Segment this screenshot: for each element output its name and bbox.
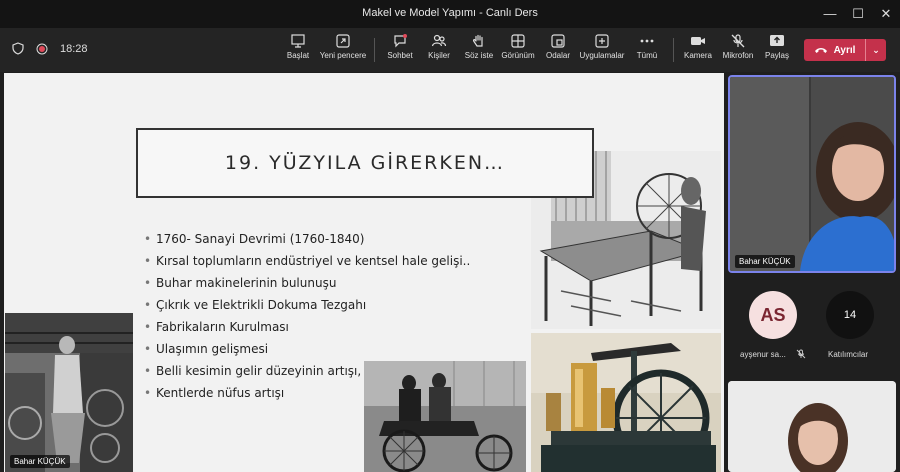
microphone-muted-icon <box>731 34 745 48</box>
presenter-video-tile[interactable]: Bahar KÜÇÜK <box>728 75 896 273</box>
present-icon <box>291 34 305 48</box>
rooms-button[interactable]: Odalar <box>533 34 583 60</box>
list-item: Kırsal toplumların endüstriyel ve kentse… <box>144 250 470 272</box>
recording-icon <box>36 43 48 54</box>
camera-icon <box>691 37 705 45</box>
more-icon <box>640 39 654 43</box>
chevron-down-icon[interactable]: ⌄ <box>866 45 886 56</box>
new-window-button[interactable]: Yeni pencere <box>318 34 368 60</box>
grid-view-icon <box>511 34 525 48</box>
new-window-icon <box>336 34 350 48</box>
close-icon[interactable]: ✕ <box>872 4 900 24</box>
shared-slide: 19. YÜZYILA GİRERKEN… 1760- Sanayi Devri… <box>4 73 724 472</box>
participant-count-label: Katılımcılar <box>828 350 869 359</box>
meeting-timer: 18:28 <box>60 42 88 55</box>
microphone-muted-icon <box>796 349 806 359</box>
steam-engine-photo <box>531 333 721 472</box>
minimize-icon[interactable]: — <box>816 4 844 24</box>
people-icon <box>431 34 447 47</box>
meeting-toolbar: 18:28 Başlat Yeni pencere Sohbet Kişiler… <box>0 28 900 72</box>
presenter-name-tag: Bahar KÜÇÜK <box>10 455 70 468</box>
list-item: 1760- Sanayi Devrimi (1760-1840) <box>144 228 470 250</box>
list-item: Ulaşımın gelişmesi <box>144 338 470 360</box>
chat-icon <box>394 34 407 48</box>
meeting-status: 18:28 <box>12 42 88 55</box>
participant-name: ayşenur sa... <box>740 350 786 359</box>
participant-count-button[interactable]: 14 <box>826 291 874 339</box>
shield-icon <box>12 42 24 55</box>
phone-hangup-icon <box>814 48 827 53</box>
participant-panel: Bahar KÜÇÜK AS ayşenur sa... 14 Katılımc… <box>724 73 900 472</box>
participant-video-tile[interactable] <box>728 381 896 472</box>
hand-icon <box>472 34 483 47</box>
slide-title: 19. YÜZYILA GİRERKEN… <box>224 152 506 174</box>
leave-button[interactable]: Ayrıl ⌄ <box>804 39 886 61</box>
apps-button[interactable]: Uygulamalar <box>577 34 627 60</box>
textile-factory-photo: Bahar KÜÇÜK <box>5 313 133 472</box>
start-button[interactable]: Başlat <box>273 34 323 60</box>
leave-main[interactable]: Ayrıl <box>804 45 865 56</box>
title-bar: Makel ve Model Yapımı - Canlı Ders — ☐ ✕ <box>0 0 900 28</box>
rooms-icon <box>551 34 565 48</box>
add-app-icon <box>595 34 609 48</box>
list-item: Buhar makinelerinin bulunuşu <box>144 272 470 294</box>
share-button[interactable]: Paylaş <box>752 34 802 60</box>
video-name-tag: Bahar KÜÇÜK <box>735 255 795 268</box>
share-screen-icon <box>770 35 784 46</box>
avatar[interactable]: AS <box>749 291 797 339</box>
list-item: Çıkrık ve Elektrikli Dokuma Tezgahı <box>144 294 470 316</box>
list-item: Fabrikaların Kurulması <box>144 316 470 338</box>
early-automobile-photo <box>364 361 526 472</box>
maximize-icon[interactable]: ☐ <box>844 4 872 24</box>
window-title: Makel ve Model Yapımı - Canlı Ders <box>362 7 538 19</box>
more-button[interactable]: Tümü <box>622 34 672 60</box>
slide-title-box: 19. YÜZYILA GİRERKEN… <box>136 128 594 198</box>
